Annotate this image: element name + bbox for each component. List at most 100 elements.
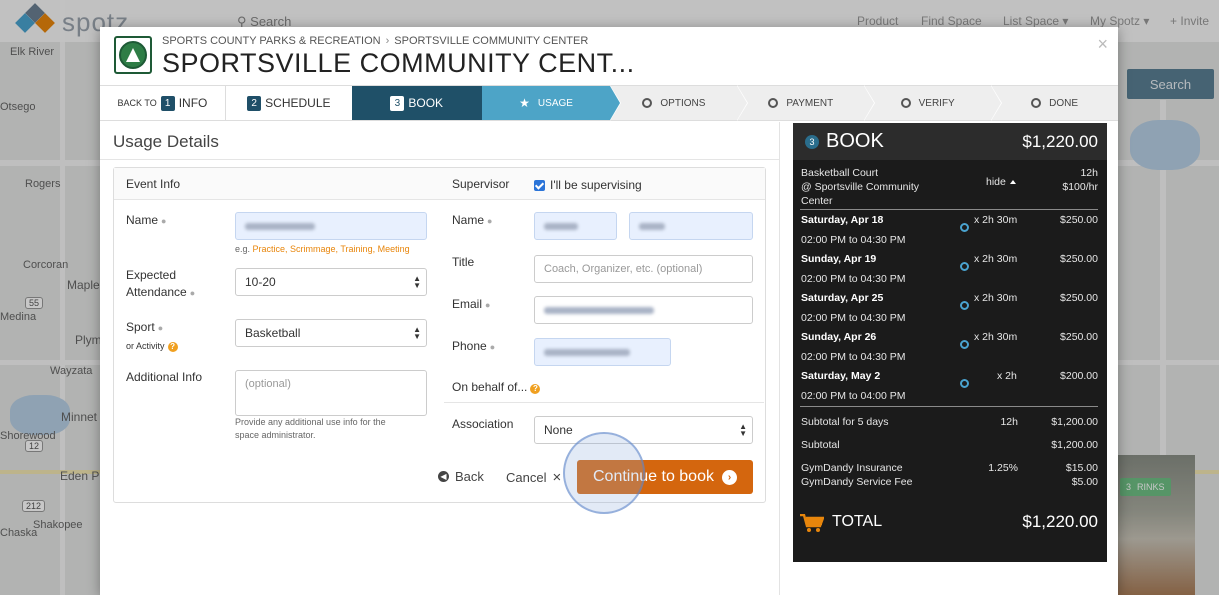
- booking-modal: SPORTS COUNTY PARKS & RECREATION › SPORTSV…: [100, 27, 1118, 595]
- additional-info-hint: Provide any additional use info for the s…: [235, 417, 386, 440]
- session-time: 02:00 PM to 04:30 PM: [801, 234, 906, 246]
- session-duration: x 2h: [997, 370, 1017, 382]
- subtotal-days-label: Subtotal for 5 days: [801, 416, 889, 428]
- title-label: Title: [452, 255, 475, 269]
- subtotal-label: Subtotal: [801, 439, 840, 451]
- phone-label: Phone ●: [452, 339, 496, 353]
- additional-info-textarea[interactable]: (optional): [235, 370, 427, 416]
- help-icon[interactable]: ?: [167, 342, 178, 352]
- booking-title: BOOK: [826, 130, 884, 152]
- subtotal-amount: $1,200.00: [1051, 439, 1098, 451]
- supervisor-last-name-input[interactable]: [629, 212, 753, 240]
- usage-details-header: Usage Details: [100, 122, 779, 160]
- session-price: $250.00: [1060, 214, 1098, 226]
- session-time: 02:00 PM to 04:30 PM: [801, 273, 906, 285]
- service-fee-amount: $5.00: [1071, 476, 1098, 488]
- supervisor-first-name-input[interactable]: [534, 212, 617, 240]
- session-price: $250.00: [1060, 292, 1098, 304]
- supervisor-heading: Supervisor: [452, 177, 510, 191]
- session-duration: x 2h 30m: [974, 253, 1018, 265]
- session-date: Sunday, Apr 26: [801, 331, 877, 343]
- arrow-right-icon: ›: [721, 469, 737, 485]
- form-card-header: [114, 168, 765, 200]
- session-price: $250.00: [1060, 331, 1098, 343]
- circle-icon: [900, 98, 911, 108]
- usage-form-card: Event Info Supervisor I'll be supervisin…: [113, 167, 766, 503]
- step-progress-bar: BACK TO 1 INFO 2 SCHEDULE 3 BOOK ★ USAGE…: [100, 85, 1118, 121]
- session-info-icon[interactable]: [960, 223, 969, 232]
- substep-verify: VERIFY: [864, 85, 1003, 121]
- substep-done: DONE: [991, 86, 1118, 120]
- help-icon[interactable]: ?: [530, 384, 541, 394]
- step-book[interactable]: 3 BOOK: [351, 86, 482, 120]
- star-icon: ★: [519, 96, 530, 110]
- supervising-checkbox[interactable]: [534, 180, 545, 191]
- page-title: SPORTSVILLE COMMUNITY CENT...: [162, 48, 635, 78]
- cancel-button[interactable]: Cancel ×: [506, 469, 561, 486]
- caret-up-icon: [1009, 180, 1016, 185]
- session-price: $250.00: [1060, 253, 1098, 265]
- session-info-icon[interactable]: [960, 262, 969, 271]
- cart-icon: [800, 514, 824, 532]
- total-amount: $1,220.00: [1022, 512, 1098, 531]
- step-info[interactable]: BACK TO 1 INFO: [100, 86, 226, 120]
- breadcrumb-org[interactable]: SPORTS COUNTY PARKS & RECREATION: [162, 35, 381, 47]
- tree-icon: [126, 48, 140, 62]
- select-arrows-icon: ▲ ▼: [739, 422, 747, 438]
- step-book-label: BOOK: [408, 96, 444, 110]
- session-date: Saturday, Apr 18: [801, 214, 884, 226]
- session-info-icon[interactable]: [960, 301, 969, 310]
- circle-icon: [1031, 98, 1042, 108]
- session-duration: x 2h 30m: [974, 214, 1018, 226]
- event-name-input[interactable]: [235, 212, 427, 240]
- event-name-label: Name ●: [126, 213, 167, 227]
- session-info-icon[interactable]: [960, 379, 969, 388]
- session-date: Sunday, Apr 19: [801, 253, 877, 265]
- continue-to-book-button[interactable]: Continue to book ›: [577, 460, 753, 494]
- title-input[interactable]: Coach, Organizer, etc. (optional): [534, 255, 753, 283]
- select-arrows-icon: ▲ ▼: [413, 274, 421, 290]
- session-date: Saturday, Apr 25: [801, 292, 884, 304]
- close-icon[interactable]: ×: [1097, 34, 1108, 55]
- circle-icon: [768, 98, 779, 108]
- session-info-icon[interactable]: [960, 340, 969, 349]
- insurance-percent: 1.25%: [988, 462, 1018, 474]
- phone-input[interactable]: [534, 338, 671, 366]
- session-date: Saturday, May 2: [801, 370, 881, 382]
- breadcrumb: SPORTS COUNTY PARKS & RECREATION › SPORTSV…: [162, 35, 588, 47]
- session-time: 02:00 PM to 04:00 PM: [801, 390, 906, 402]
- booking-item-name: Basketball Court @ Sportsville Community C…: [801, 167, 920, 207]
- booking-header-total: $1,220.00: [1022, 132, 1098, 151]
- email-input[interactable]: [534, 296, 753, 324]
- column-divider: [779, 122, 780, 595]
- subtotal-days-hours: 12h: [1000, 416, 1018, 428]
- booking-summary-header: 3 BOOK $1,220.00: [793, 123, 1107, 160]
- hide-toggle[interactable]: hide: [986, 175, 1016, 189]
- substep-usage: ★ USAGE: [481, 85, 622, 121]
- booking-rate: 12h $100/hr: [1062, 167, 1098, 193]
- association-select[interactable]: None ▲ ▼: [534, 416, 753, 444]
- breadcrumb-place[interactable]: SPORTSVILLE COMMUNITY CENTER: [394, 35, 588, 47]
- modal-header: SPORTS COUNTY PARKS & RECREATION › SPORTSV…: [100, 27, 1118, 85]
- org-logo: [114, 36, 152, 74]
- arrow-left-icon: ◀: [438, 471, 449, 482]
- step-info-label: INFO: [178, 96, 208, 110]
- session-duration: x 2h 30m: [974, 292, 1018, 304]
- sport-label: Sport ● or Activity?: [126, 319, 178, 355]
- email-label: Email ●: [452, 297, 491, 311]
- session-time: 02:00 PM to 04:30 PM: [801, 312, 906, 324]
- additional-info-label: Additional Info: [126, 370, 203, 384]
- supervisor-name-label: Name ●: [452, 213, 493, 227]
- section-title: Usage Details: [113, 132, 219, 151]
- subtotal-days-amount: $1,200.00: [1051, 416, 1098, 428]
- on-behalf-label: On behalf of...?: [452, 379, 541, 396]
- step-schedule-label: SCHEDULE: [265, 96, 331, 110]
- sport-select[interactable]: Basketball ▲ ▼: [235, 319, 427, 347]
- step-schedule[interactable]: 2 SCHEDULE: [225, 86, 352, 120]
- attendance-select[interactable]: 10-20 ▲ ▼: [235, 268, 427, 296]
- total-row: TOTAL $1,220.00: [800, 511, 1098, 535]
- service-fee-label: GymDandy Service Fee: [801, 476, 913, 488]
- session-time: 02:00 PM to 04:30 PM: [801, 351, 906, 363]
- back-button[interactable]: ◀ Back: [438, 469, 484, 484]
- booking-summary-panel: 3 BOOK $1,220.00 Basketball Court @ Sport…: [793, 123, 1107, 562]
